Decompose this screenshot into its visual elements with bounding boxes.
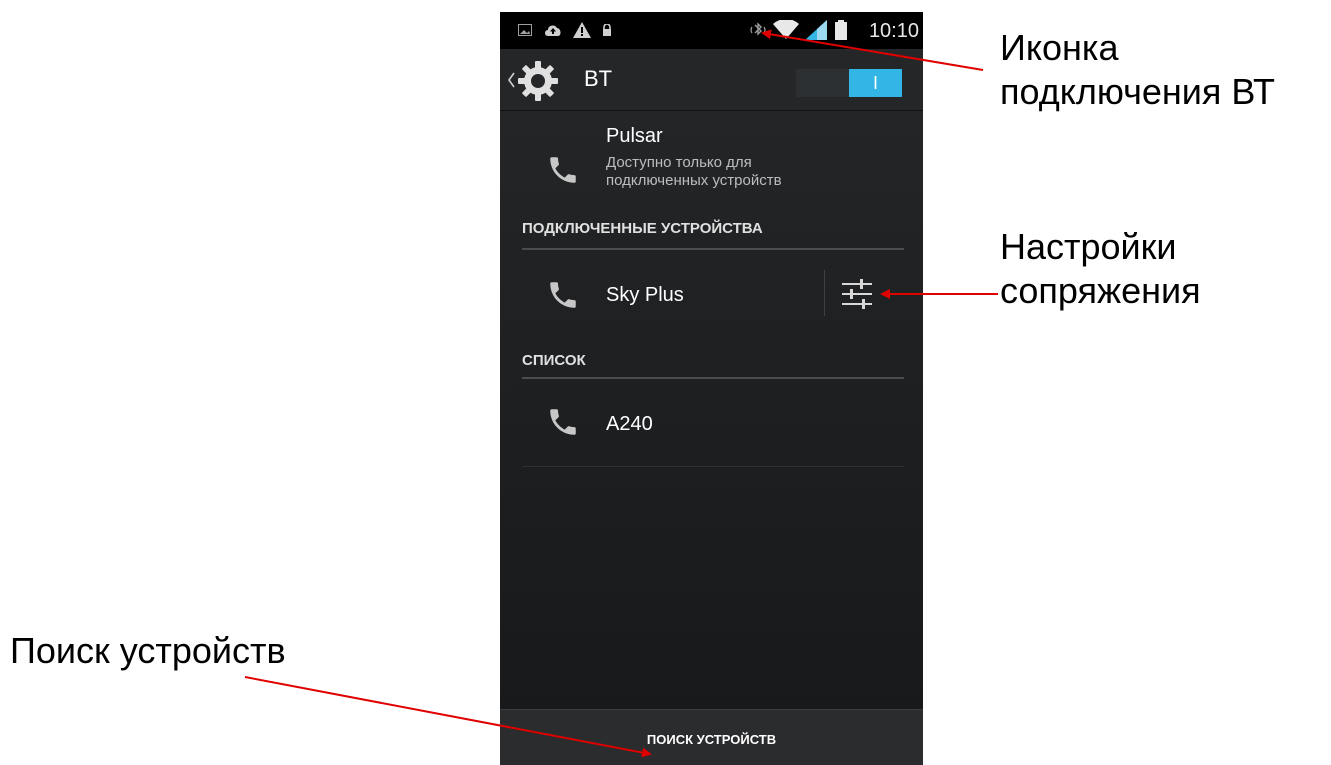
annotation-arrows [244, 29, 998, 758]
arrow-bt-icon [761, 29, 984, 71]
arrow-search [244, 676, 652, 758]
